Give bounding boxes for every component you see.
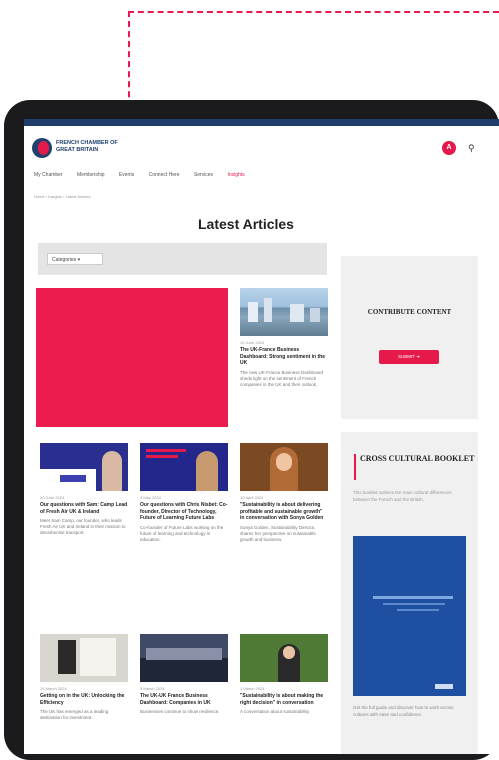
filter-bar: Categories ▾ <box>38 243 327 275</box>
booklet-cover-image[interactable] <box>353 536 466 696</box>
category-filter-select[interactable]: Categories ▾ <box>47 253 103 265</box>
article-excerpt: Sonya Golden, Sustainability Director, s… <box>240 524 316 542</box>
connector-line-horizontal <box>128 11 499 13</box>
chamber-logo[interactable]: FRENCH CHAMBER OF GREAT BRITAIN <box>32 136 118 162</box>
nav-item-membership[interactable]: Membership <box>77 172 105 178</box>
submit-content-button[interactable]: SUBMIT ➜ <box>379 350 439 364</box>
booklet-title: CROSS CULTURAL BOOKLET <box>360 454 475 463</box>
booklet-box: CROSS CULTURAL BOOKLET This booklet outl… <box>341 432 478 754</box>
accent-bar <box>354 454 356 480</box>
article-card[interactable]: 5 March 2024 The UK-UK France Business D… <box>140 634 228 715</box>
article-thumbnail[interactable] <box>140 634 228 682</box>
logo-text: FRENCH CHAMBER OF GREAT BRITAIN <box>56 140 118 153</box>
article-card[interactable]: 10 June 2024 The UK-France Business Dash… <box>240 288 328 388</box>
article-excerpt: Co-founder of Future Labs working on the… <box>140 524 224 542</box>
article-thumbnail[interactable] <box>240 443 328 491</box>
article-date: 20 June 2024 <box>40 495 65 500</box>
article-title[interactable]: The UK-France Business Dashboard: Strong… <box>240 347 328 367</box>
nav-item-my-chamber[interactable]: My Chamber <box>34 172 63 178</box>
article-thumbnail[interactable] <box>140 443 228 491</box>
logo-icon <box>32 138 52 158</box>
article-thumbnail[interactable] <box>240 634 328 682</box>
nav-item-connect-here[interactable]: Connect Here <box>149 172 180 178</box>
article-thumbnail[interactable] <box>240 288 328 336</box>
search-icon[interactable]: ⚲ <box>468 143 475 154</box>
article-title[interactable]: The UK-UK France Business Dashboard: Com… <box>140 693 228 706</box>
article-date: 1 March 2024 <box>240 686 265 691</box>
article-excerpt: A conversation about sustainability. <box>240 709 310 714</box>
article-card[interactable]: 20 June 2024 Our questions with Sam: Cam… <box>40 443 128 536</box>
article-thumbnail[interactable] <box>40 634 128 682</box>
article-excerpt: Businesses continue to show resilience. <box>140 709 220 714</box>
article-date: 10 April 2024 <box>240 495 264 500</box>
article-title[interactable]: Getting on in the UK: Unlocking the Effi… <box>40 693 128 706</box>
article-excerpt: Meet Sam Camp, our founder, who leads Fr… <box>40 518 126 535</box>
article-thumbnail[interactable] <box>40 443 128 491</box>
article-title[interactable]: "Sustainability is about delivering prof… <box>240 502 328 522</box>
article-excerpt: The new UK-France Business Dashboard she… <box>240 369 324 387</box>
article-card[interactable]: 3 May 2024 Our questions with Chris Nisb… <box>140 443 228 543</box>
article-date: 10 June 2024 <box>240 340 265 345</box>
article-card[interactable]: 1 March 2024 "Sustainability is about ma… <box>240 634 328 715</box>
nav-item-services[interactable]: Services <box>194 172 213 178</box>
highlight-overlay <box>36 288 228 427</box>
article-date: 5 March 2024 <box>140 686 165 691</box>
article-card[interactable]: 10 April 2024 "Sustainability is about d… <box>240 443 328 543</box>
main-nav: My Chamber Membership Events Connect Her… <box>34 172 258 178</box>
article-date: 15 March 2024 <box>40 686 67 691</box>
account-button[interactable]: A <box>442 141 456 155</box>
website-screen: FRENCH CHAMBER OF GREAT BRITAIN A ⚲ My C… <box>24 119 499 754</box>
booklet-description: This booklet outlines the main cultural … <box>353 490 452 502</box>
nav-item-insights[interactable]: Insights <box>227 172 244 178</box>
contribute-title: CONTRIBUTE CONTENT <box>367 308 452 316</box>
page-title: Latest Articles <box>198 216 294 232</box>
article-title[interactable]: Our questions with Chris Nisbet: Co-foun… <box>140 502 228 522</box>
nav-item-events[interactable]: Events <box>119 172 134 178</box>
breadcrumb[interactable]: Home › Insights › Latest Articles <box>34 194 90 199</box>
top-bar <box>24 119 499 126</box>
article-card[interactable]: 15 March 2024 Getting on in the UK: Unlo… <box>40 634 128 721</box>
article-title[interactable]: Our questions with Sam: Camp Lead of Fre… <box>40 502 128 515</box>
article-title[interactable]: "Sustainability is about making the righ… <box>240 693 328 706</box>
article-excerpt: The UK has emerged as a leading destinat… <box>40 709 109 720</box>
contribute-content-box: CONTRIBUTE CONTENT SUBMIT ➜ <box>341 256 478 419</box>
article-date: 3 May 2024 <box>140 495 161 500</box>
booklet-more-text: Get the full guide and discover how to w… <box>353 705 454 717</box>
